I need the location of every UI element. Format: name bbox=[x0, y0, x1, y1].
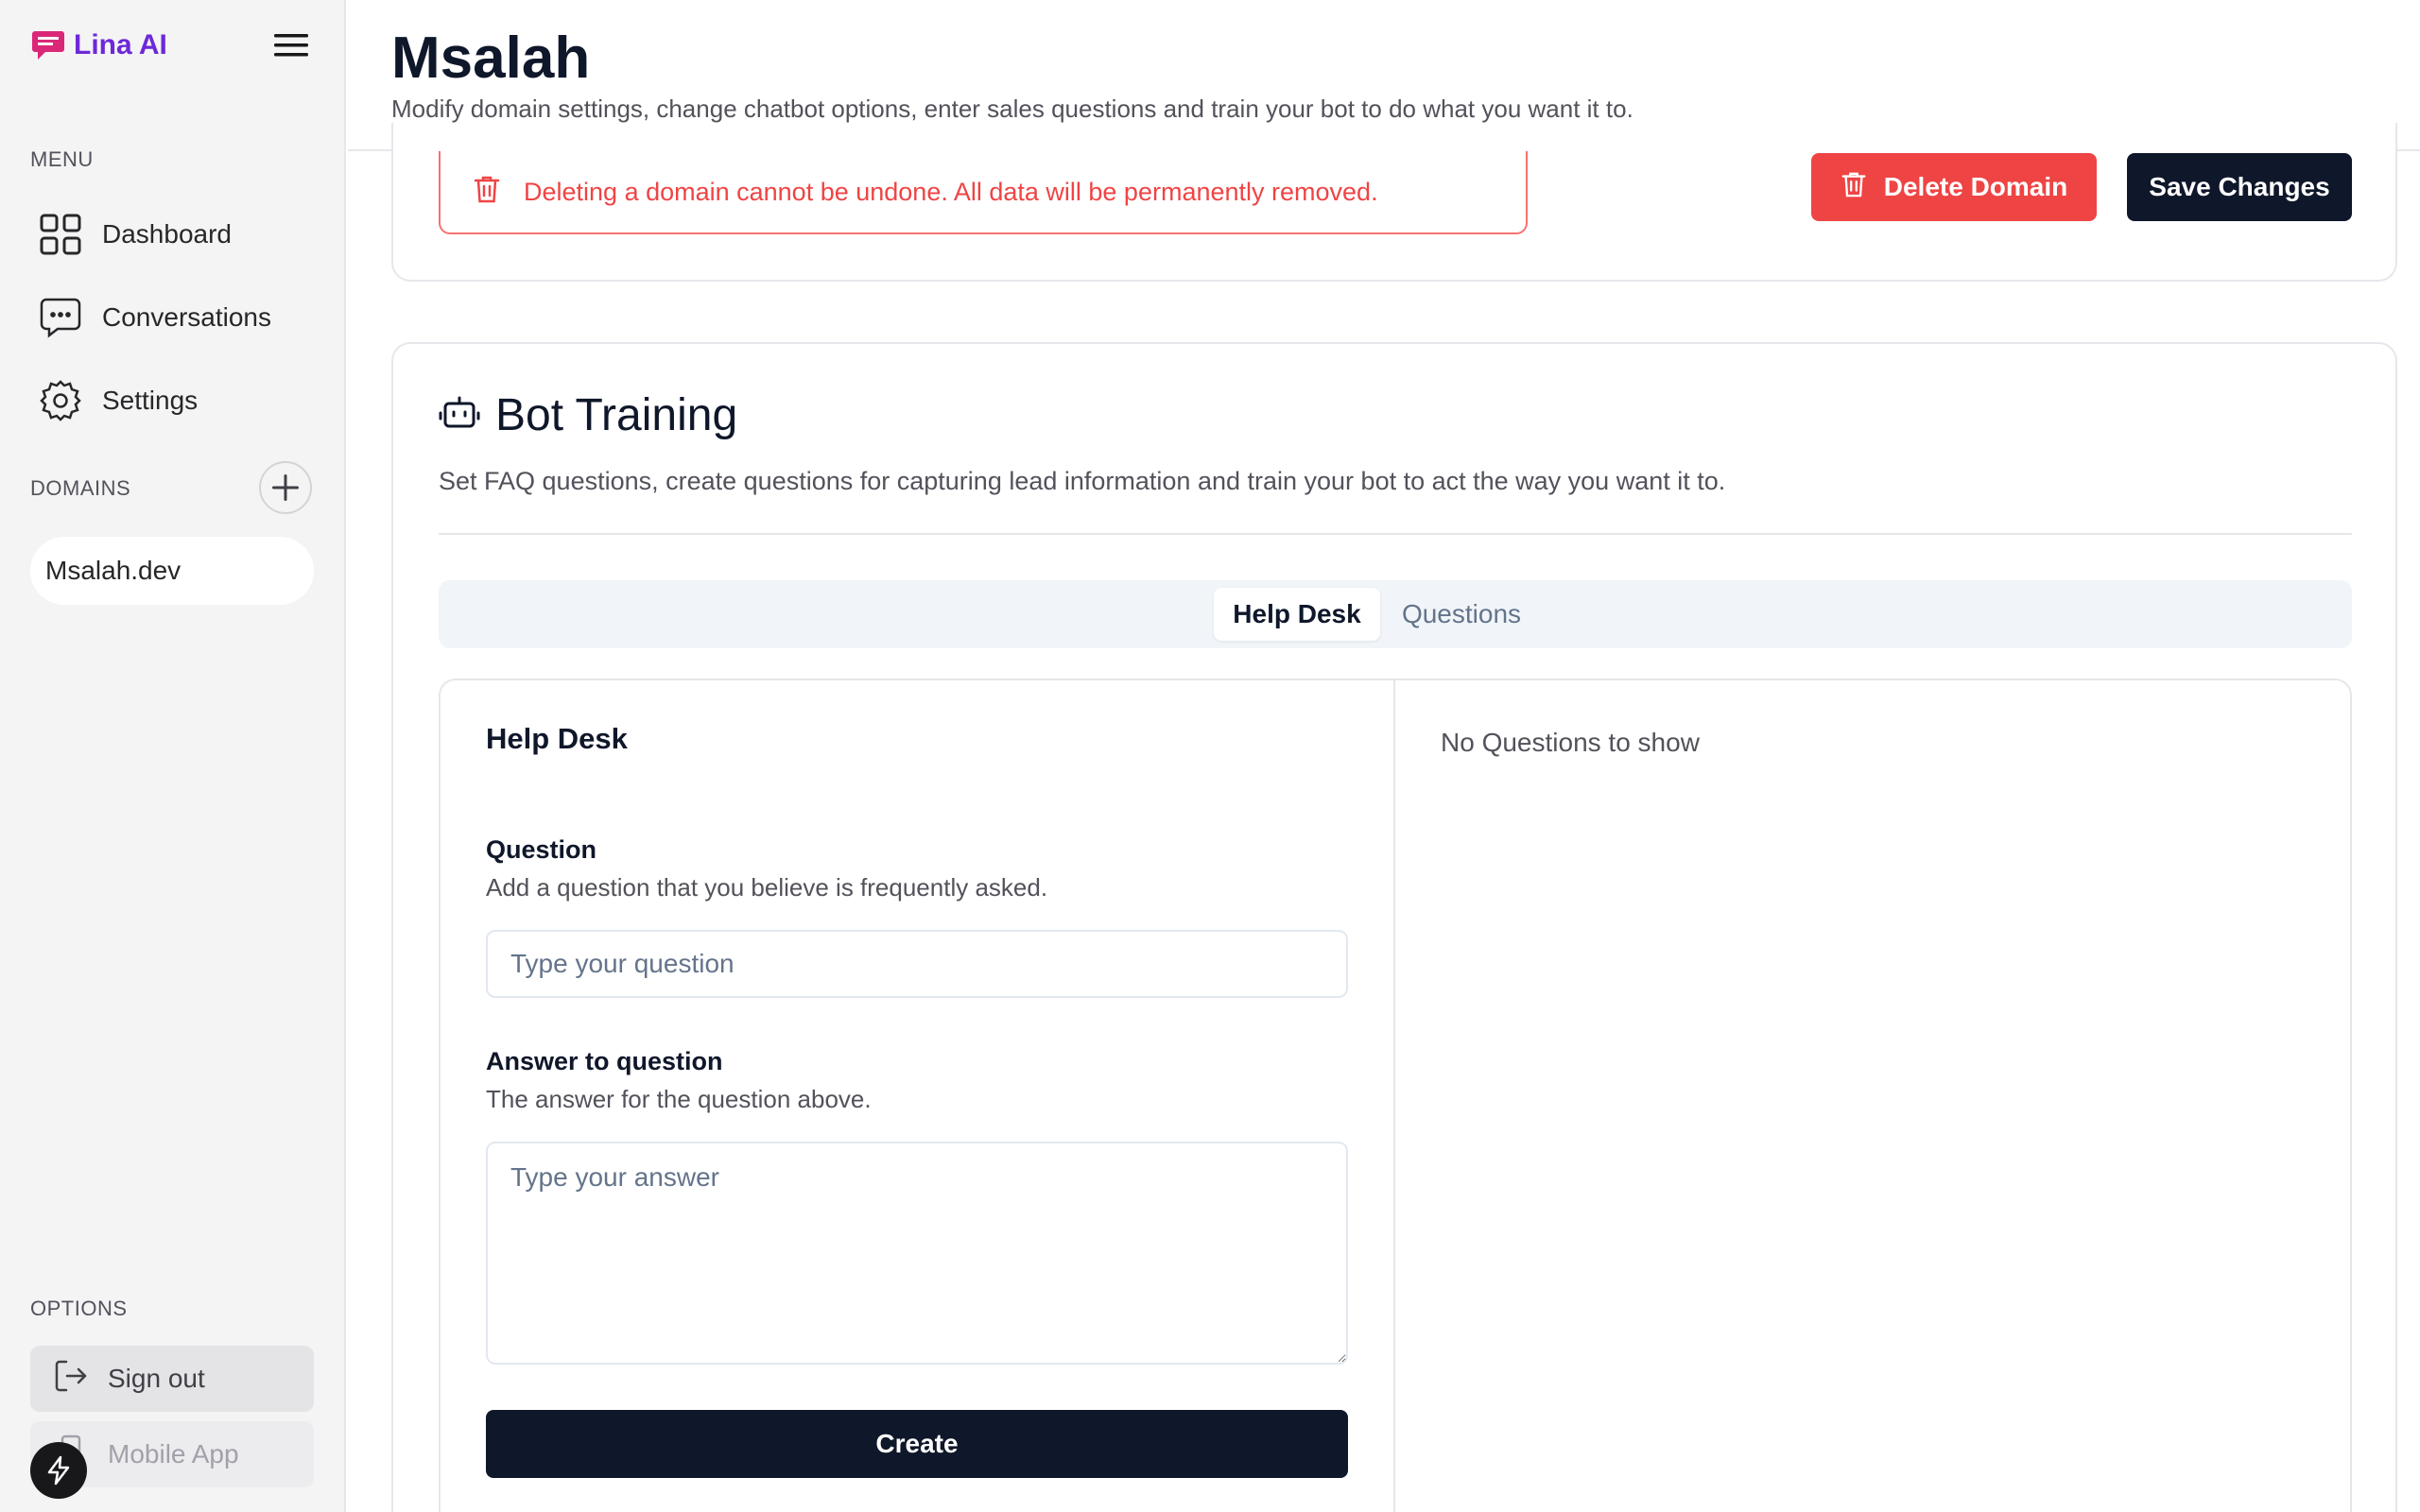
mobile-app-label: Mobile App bbox=[108, 1439, 239, 1469]
sidebar-item-label: Dashboard bbox=[102, 219, 232, 249]
answer-help-text: The answer for the question above. bbox=[486, 1085, 872, 1113]
question-input[interactable] bbox=[486, 930, 1348, 998]
sidebar-item-label: Settings bbox=[102, 386, 199, 415]
sign-out-button[interactable]: Sign out bbox=[30, 1346, 314, 1412]
sign-out-icon bbox=[53, 1358, 89, 1400]
brand-logo[interactable]: Lina AI bbox=[30, 26, 167, 64]
options-section-label: OPTIONS bbox=[30, 1297, 128, 1320]
answer-label: Answer to question bbox=[486, 1047, 723, 1075]
tab-help-desk[interactable]: Help Desk bbox=[1214, 588, 1380, 641]
sidebar: Lina AI MENU Dashboard Conversations Set… bbox=[0, 0, 346, 1512]
section-divider bbox=[439, 533, 2352, 535]
page-title: Msalah bbox=[391, 26, 591, 91]
delete-warning-text: Deleting a domain cannot be undone. All … bbox=[524, 177, 1378, 206]
create-question-button[interactable]: Create bbox=[486, 1410, 1348, 1478]
bot-training-title: Bot Training bbox=[495, 390, 738, 440]
sidebar-item-settings[interactable]: Settings bbox=[38, 372, 198, 429]
menu-section-label: MENU bbox=[30, 147, 94, 171]
trash-icon bbox=[1841, 170, 1867, 205]
gear-icon bbox=[38, 378, 83, 423]
domain-item[interactable]: Msalah.dev bbox=[30, 537, 314, 605]
bot-training-description: Set FAQ questions, create questions for … bbox=[439, 467, 1726, 495]
chat-bubble-logo-icon bbox=[30, 26, 68, 64]
tab-questions[interactable]: Questions bbox=[1388, 588, 1535, 641]
grid-icon bbox=[38, 212, 83, 257]
brand-name: Lina AI bbox=[74, 29, 167, 60]
empty-questions-message: No Questions to show bbox=[1441, 728, 1700, 757]
domains-section-label: DOMAINS bbox=[30, 476, 131, 500]
delete-domain-button[interactable]: Delete Domain bbox=[1811, 153, 2097, 221]
hamburger-menu-icon[interactable] bbox=[268, 26, 314, 64]
save-changes-button[interactable]: Save Changes bbox=[2127, 153, 2352, 221]
question-label: Question bbox=[486, 835, 597, 864]
chat-icon bbox=[38, 295, 83, 340]
panel-divider bbox=[1393, 680, 1395, 1512]
bot-training-heading: Bot Training bbox=[439, 389, 737, 441]
answer-textarea[interactable] bbox=[486, 1142, 1348, 1365]
sidebar-item-conversations[interactable]: Conversations bbox=[38, 289, 271, 346]
bot-icon bbox=[439, 392, 480, 438]
sidebar-item-dashboard[interactable]: Dashboard bbox=[38, 206, 232, 263]
delete-domain-label: Delete Domain bbox=[1883, 172, 2068, 201]
lightning-icon bbox=[47, 1455, 70, 1486]
question-help-text: Add a question that you believe is frequ… bbox=[486, 873, 1048, 902]
delete-warning-banner: Deleting a domain cannot be undone. All … bbox=[439, 151, 1528, 234]
page-subtitle: Modify domain settings, change chatbot o… bbox=[391, 94, 1634, 123]
quick-action-button[interactable] bbox=[30, 1442, 87, 1499]
trash-icon bbox=[473, 174, 501, 211]
add-domain-button[interactable] bbox=[259, 461, 312, 514]
plus-icon bbox=[272, 474, 299, 501]
sidebar-item-label: Conversations bbox=[102, 302, 271, 332]
help-desk-form-heading: Help Desk bbox=[486, 722, 628, 755]
sign-out-label: Sign out bbox=[108, 1364, 205, 1393]
